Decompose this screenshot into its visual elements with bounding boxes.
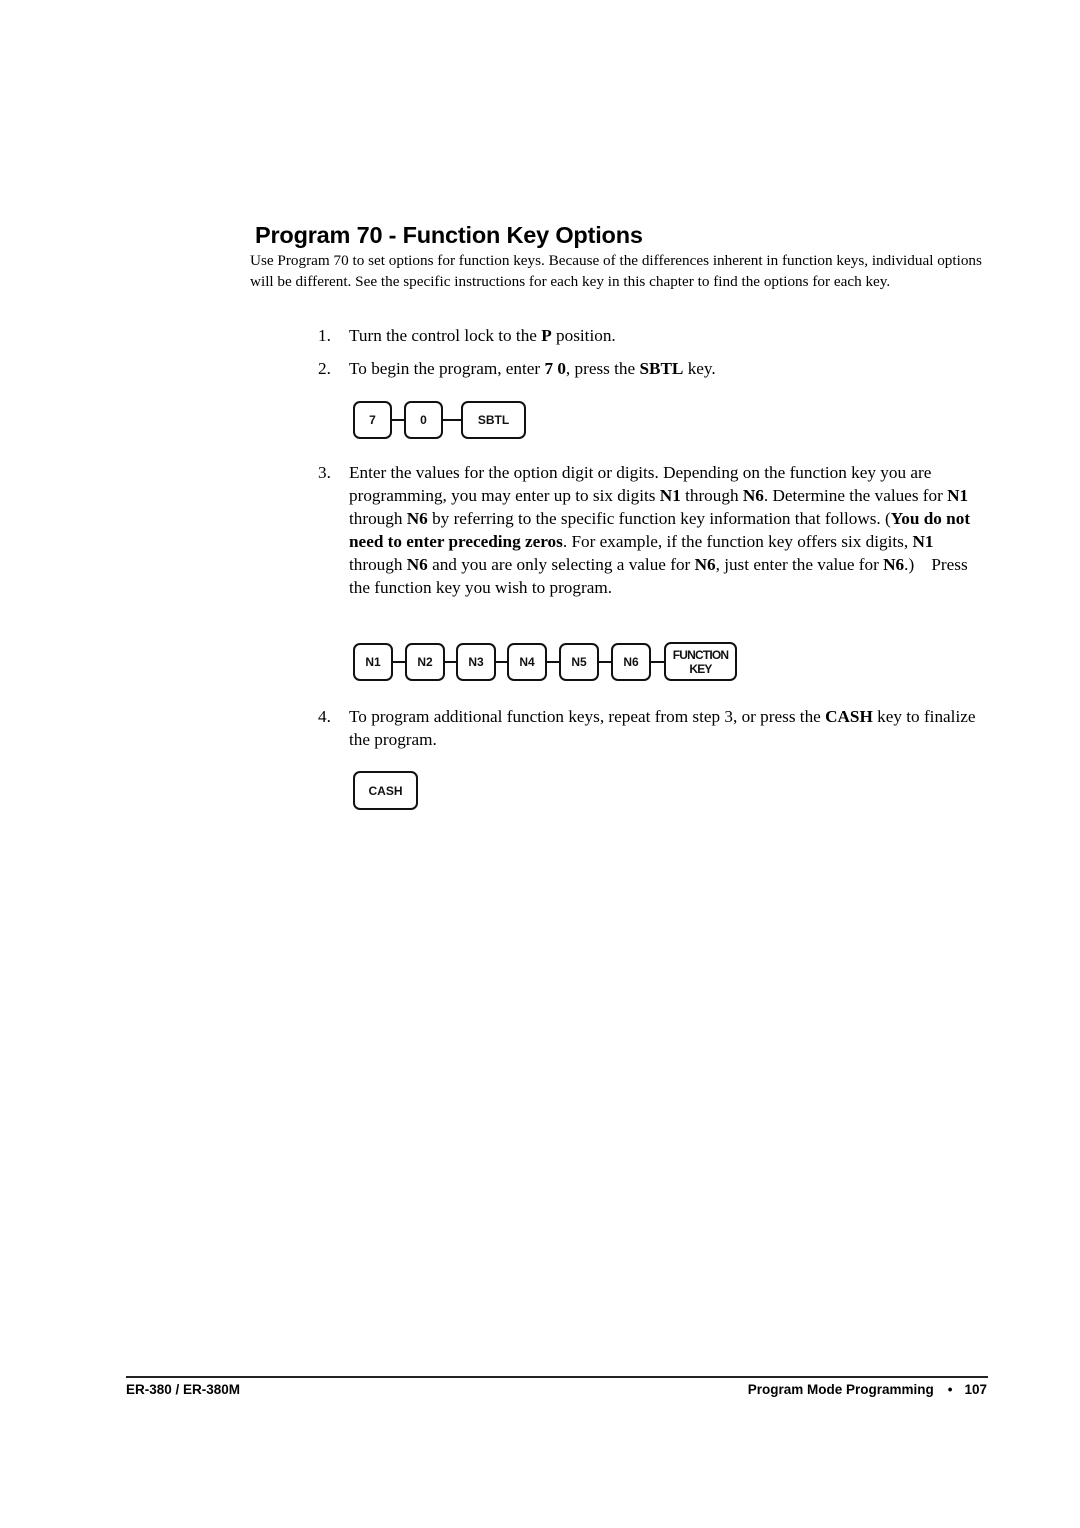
key-7: 7 [353, 401, 392, 439]
emphasis-text: N1 [659, 486, 681, 505]
text-run: To program additional function keys, rep… [349, 707, 826, 726]
emphasis-text: N6 [406, 509, 428, 528]
step-number: 3. [318, 463, 331, 482]
footer-section: Program Mode Programming • 107 [748, 1382, 987, 1397]
page-number: 107 [964, 1382, 987, 1397]
step-number: 1. [318, 326, 331, 345]
text-run: . Determine the values for [763, 486, 948, 505]
footer-section-title: Program Mode Programming [747, 1382, 934, 1397]
key-connector [443, 419, 461, 421]
text-run: through [349, 555, 407, 574]
step-text: To begin the program, enter 7 0, press t… [349, 357, 979, 380]
text-run: by referring to the specific function ke… [427, 509, 891, 528]
text-run: and you are only selecting a value for [427, 555, 695, 574]
key-connector [651, 661, 664, 663]
key-n4: N4 [507, 643, 547, 681]
page-title: Program 70 - Function Key Options [255, 222, 643, 248]
key-connector [392, 419, 404, 421]
key-n1: N1 [353, 643, 393, 681]
key-n2: N2 [405, 643, 445, 681]
text-run: , just enter the value for [715, 555, 884, 574]
key-cash: CASH [353, 771, 418, 810]
emphasis-text: N6 [742, 486, 764, 505]
emphasis-text: N6 [406, 555, 428, 574]
emphasis-text: 7 0 [544, 359, 566, 378]
bullet-icon: • [947, 1382, 953, 1397]
intro-paragraph: Use Program 70 to set options for functi… [250, 252, 982, 290]
emphasis-text: CASH [825, 707, 873, 726]
text-run: Turn the control lock to the [349, 326, 542, 345]
footer-model: ER-380 / ER-380M [126, 1382, 241, 1397]
text-run: through [680, 486, 743, 505]
key-n6: N6 [611, 643, 651, 681]
step-number: 2. [318, 359, 331, 378]
emphasis-text: N6 [694, 555, 716, 574]
text-run: position. [551, 326, 616, 345]
text-run: through [349, 509, 407, 528]
key-connector [445, 661, 456, 663]
key-0: 0 [404, 401, 443, 439]
text-run: To begin the program, enter [349, 359, 545, 378]
text-run: key. [683, 359, 716, 378]
key-connector [393, 661, 405, 663]
emphasis-text: N1 [912, 532, 934, 551]
key-connector [547, 661, 559, 663]
key-connector [496, 661, 507, 663]
footer-divider [126, 1376, 988, 1378]
step-number: 4. [318, 707, 331, 726]
step-text: Turn the control lock to the P position. [349, 324, 979, 347]
emphasis-text: N1 [947, 486, 969, 505]
emphasis-text: P [541, 326, 552, 345]
step-text: To program additional function keys, rep… [349, 705, 979, 751]
step-text: Enter the values for the option digit or… [349, 461, 979, 599]
key-function: FUNCTION KEY [664, 642, 737, 681]
text-run: , press the [565, 359, 640, 378]
key-connector [599, 661, 611, 663]
key-sbtl: SBTL [461, 401, 526, 439]
emphasis-text: SBTL [639, 359, 684, 378]
key-n3: N3 [456, 643, 496, 681]
text-run: . For example, if the function key offer… [562, 532, 913, 551]
key-n5: N5 [559, 643, 599, 681]
emphasis-text: N6 [883, 555, 905, 574]
